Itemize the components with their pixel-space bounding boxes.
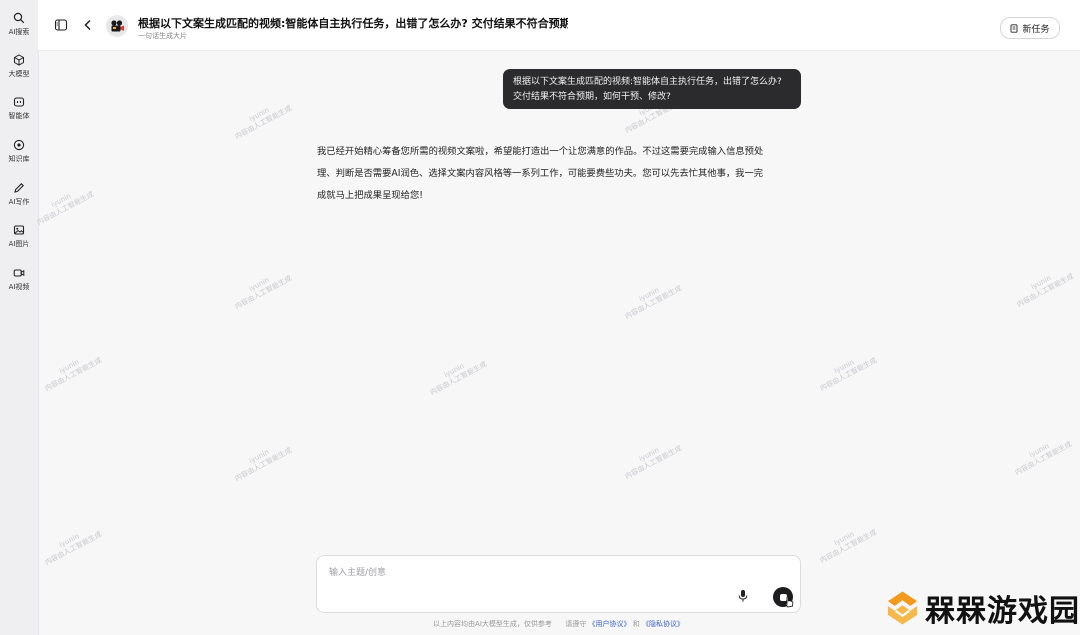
watermark: iyunin内容由人工智能生成: [1011, 264, 1075, 309]
assistant-message-line: 成就马上把成果呈现给您!: [317, 190, 423, 201]
watermark: iyunin内容由人工智能生成: [229, 96, 293, 141]
image-icon: [13, 225, 25, 235]
knowledge-icon: [13, 139, 25, 151]
watermark-line: iyunin: [1029, 274, 1053, 292]
watermark: iyunin内容由人工智能生成: [229, 266, 293, 311]
watermark-line: 内容由人工智能生成: [233, 446, 294, 483]
sidebar-item-agent[interactable]: 智能体: [0, 94, 38, 130]
privacy-agreement-link[interactable]: 《隐私协议》: [642, 620, 684, 628]
page-subtitle: 一句话生成大片: [138, 32, 187, 40]
brand-mark-icon: [887, 591, 918, 625]
watermark-line: iyunin: [247, 448, 271, 466]
sidebar-item-label: AI写作: [8, 198, 30, 206]
watermark-line: 内容由人工智能生成: [1015, 272, 1076, 309]
watermark: iyunin内容由人工智能生成: [814, 348, 878, 393]
watermark-line: 内容由人工智能生成: [818, 356, 879, 393]
sidebar-item-large-model[interactable]: 大模型: [0, 52, 38, 88]
sidebar-toggle-icon[interactable]: [54, 18, 68, 32]
video-camera-avatar-icon: [111, 20, 124, 32]
top-header: 根据以下文案生成匹配的视频:智能体自主执行任务，出错了怎么办? 交付结果不符合预…: [38, 0, 1080, 51]
watermark-line: iyunin: [442, 362, 466, 380]
watermark: iyunin内容由人工智能生成: [229, 438, 293, 483]
watermark: iyunin内容由人工智能生成: [39, 348, 103, 393]
watermark-line: iyunin: [247, 106, 271, 124]
sidebar-item-ai-writing[interactable]: AI写作: [0, 180, 38, 216]
sidebar-item-ai-video[interactable]: AI视频: [0, 265, 38, 301]
watermark-line: 内容由人工智能生成: [1013, 440, 1074, 477]
pen-icon: [14, 183, 24, 193]
assistant-message-line: 理、判断是否需要AI润色、选择文案内容风格等一系列工作，可能要费些功夫。您可以先…: [317, 168, 764, 179]
agent-icon: [13, 97, 25, 107]
watermark-line: 内容由人工智能生成: [623, 284, 684, 321]
watermark: iyunin内容由人工智能生成: [1009, 432, 1073, 477]
watermark-line: 内容由人工智能生成: [43, 530, 104, 567]
watermark-line: 内容由人工智能生成: [35, 190, 96, 227]
watermark-line: iyunin: [49, 192, 73, 210]
prompt-input[interactable]: [327, 564, 711, 582]
sidebar-item-label: AI视频: [8, 283, 30, 291]
sidebar-item-label: 智能体: [8, 112, 30, 120]
watermark-line: 内容由人工智能生成: [428, 360, 489, 397]
avatar: [106, 15, 128, 37]
back-arrow-icon[interactable]: [81, 18, 95, 32]
assistant-message-line: 我已经开始精心筹备您所需的视频文案啦，希望能打造出一个让您满意的作品。不过这需要…: [317, 146, 764, 157]
sidebar-item-label: AI图片: [8, 240, 30, 248]
microphone-icon[interactable]: [737, 589, 749, 603]
watermark-line: iyunin: [832, 530, 856, 548]
watermark: iyunin内容由人工智能生成: [814, 520, 878, 565]
new-task-label: 新任务: [1022, 24, 1050, 35]
new-document-icon: [1011, 23, 1018, 33]
disclaimer-text: 以上内容均由AI大模型生成，仅供参考: [433, 620, 552, 628]
footer-disclaimer: 以上内容均由AI大模型生成，仅供参考 请遵守 《用户协议》 和 《隐私协议》: [316, 619, 801, 629]
and-text: 和: [632, 620, 640, 628]
user-message-bubble: 根据以下文案生成匹配的视频:智能体自主执行任务，出错了怎么办? 交付结果不符合预…: [503, 69, 801, 109]
cube-icon: [14, 54, 24, 66]
watermark-line: iyunin: [247, 276, 271, 294]
watermark-line: iyunin: [57, 532, 81, 550]
user-message-line: 根据以下文案生成匹配的视频:智能体自主执行任务，出错了怎么办?: [513, 77, 782, 87]
watermark-line: 内容由人工智能生成: [818, 528, 879, 565]
video-icon: [13, 269, 25, 277]
sidebar-item-ai-image[interactable]: AI图片: [0, 222, 38, 258]
watermark-line: 内容由人工智能生成: [233, 104, 294, 141]
new-task-button[interactable]: 新任务: [1000, 17, 1060, 39]
watermark-line: iyunin: [57, 358, 81, 376]
watermark-line: 内容由人工智能生成: [233, 274, 294, 311]
watermark-line: 内容由人工智能生成: [623, 444, 684, 481]
chat-composer: [316, 555, 801, 613]
left-sidebar: AI搜索 大模型 智能体 知识库 AI写作 AI图片 AI视频: [0, 0, 39, 635]
sidebar-item-label: AI搜索: [8, 28, 30, 36]
watermark-line: iyunin: [1027, 442, 1051, 460]
assistant-message: 我已经开始精心筹备您所需的视频文案啦，希望能打造出一个让您满意的作品。不过这需要…: [317, 141, 803, 207]
watermark-line: 内容由人工智能生成: [43, 356, 104, 393]
watermark-line: iyunin: [832, 358, 856, 376]
page-title: 根据以下文案生成匹配的视频:智能体自主执行任务，出错了怎么办? 交付结果不符合预…: [138, 17, 568, 30]
user-agreement-link[interactable]: 《用户协议》: [588, 620, 630, 628]
user-message-line: 交付结果不符合预期，如何干预、修改?: [513, 92, 671, 102]
site-brand-logo: 槑槑游戏园: [884, 584, 1080, 632]
watermark: iyunin内容由人工智能生成: [619, 436, 683, 481]
search-icon: [13, 12, 25, 24]
watermark-line: iyunin: [637, 446, 661, 464]
agree-prefix: 请遵守: [565, 620, 587, 628]
watermark: iyunin内容由人工智能生成: [619, 276, 683, 321]
watermark-line: iyunin: [637, 286, 661, 304]
watermark: iyunin内容由人工智能生成: [424, 352, 488, 397]
sidebar-item-knowledge-base[interactable]: 知识库: [0, 137, 38, 173]
watermark: iyunin内容由人工智能生成: [39, 522, 103, 567]
brand-text: 槑槑游戏园: [925, 594, 1080, 629]
hand-cursor-icon: [784, 596, 794, 608]
sidebar-item-label: 大模型: [8, 70, 30, 78]
sidebar-item-ai-search[interactable]: AI搜索: [0, 10, 38, 46]
watermark: iyunin内容由人工智能生成: [31, 182, 95, 227]
sidebar-item-label: 知识库: [8, 155, 30, 163]
